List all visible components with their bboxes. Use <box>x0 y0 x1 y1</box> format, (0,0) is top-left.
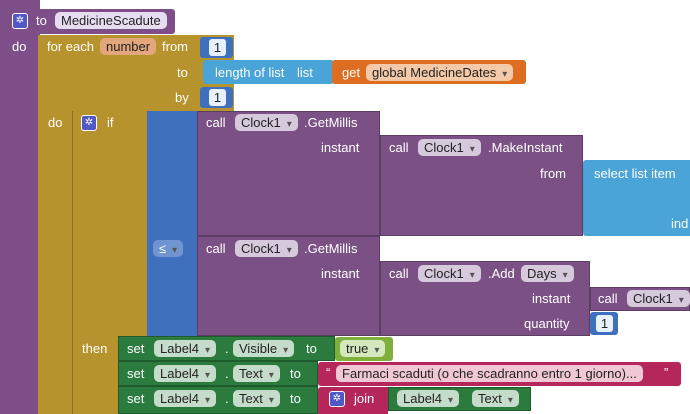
procedure-block[interactable] <box>0 0 40 414</box>
call1-call-label: call <box>206 115 226 130</box>
call1-instant-label: instant <box>321 140 360 155</box>
then-label: then <box>82 341 108 356</box>
set1-to-label: to <box>306 341 317 356</box>
add-call-label: call <box>389 266 409 281</box>
length-list-label: list <box>297 65 313 80</box>
from-value[interactable]: 1 <box>209 39 226 56</box>
set-text-block-2[interactable] <box>118 386 318 414</box>
getter-property-dropdown[interactable]: Text <box>472 390 519 407</box>
procedure-to-label: to <box>36 13 47 28</box>
call2-call-label: call <box>206 241 226 256</box>
set2-component-dropdown[interactable]: Label4 <box>154 365 217 382</box>
procedure-name-field[interactable]: MedicineScadute <box>55 12 167 29</box>
for-range-spine <box>38 35 76 414</box>
call2-component-dropdown[interactable]: Clock1 <box>235 240 298 257</box>
select-index-label: ind <box>671 216 689 231</box>
set2-property-dropdown[interactable]: Text <box>233 365 280 382</box>
true-dropdown[interactable]: true <box>340 340 386 357</box>
add-unit-dropdown[interactable]: Days <box>521 265 574 282</box>
loop-to-label: to <box>177 65 188 80</box>
set2-set-label: set <box>127 366 145 381</box>
call1-component-dropdown[interactable]: Clock1 <box>235 114 298 131</box>
text-string-value[interactable]: Farmaci scaduti (o che scadranno entro 1… <box>336 365 643 382</box>
global-var-dropdown[interactable]: global MedicineDates <box>366 64 514 81</box>
quote-open: “ <box>326 365 331 380</box>
add-instant-label: instant <box>532 291 571 306</box>
mutator-gear-icon[interactable]: ✲ <box>12 13 28 29</box>
call2-method-label: .GetMillis <box>304 241 358 256</box>
length-of-list-label: length of list <box>215 65 285 80</box>
makeinstant-method-label: .MakeInstant <box>488 140 563 155</box>
set1-property-dropdown[interactable]: Visible <box>233 340 295 357</box>
loop-var-field[interactable]: number <box>100 38 157 55</box>
set3-dot: . <box>225 391 229 406</box>
set1-set-label: set <box>127 341 145 356</box>
procedure-do-label: do <box>12 39 27 54</box>
for-each-label: for each <box>47 39 94 54</box>
math-compare-block[interactable] <box>147 111 199 336</box>
set2-to-label: to <box>290 366 301 381</box>
add-quantity-label: quantity <box>524 316 570 331</box>
makeinstant-from-label: from <box>540 166 566 181</box>
set2-dot: . <box>225 366 229 381</box>
makeinstant-call-label: call <box>389 140 409 155</box>
call2-instant-label: instant <box>321 266 360 281</box>
by-value[interactable]: 1 <box>209 89 226 106</box>
set3-to-label: to <box>290 391 301 406</box>
if-label: if <box>107 115 114 130</box>
quantity-value[interactable]: 1 <box>596 315 613 332</box>
call1-method-label: .GetMillis <box>304 115 358 130</box>
set1-dot: . <box>225 341 229 356</box>
set3-property-dropdown[interactable]: Text <box>233 390 280 407</box>
set3-component-dropdown[interactable]: Label4 <box>154 390 217 407</box>
loop-do-label: do <box>48 115 63 130</box>
add-method-label: .Add <box>488 266 515 281</box>
if-mutator-gear-icon[interactable]: ✲ <box>81 115 97 131</box>
compare-op-dropdown[interactable]: ≤ <box>153 240 184 257</box>
makeinstant-component-dropdown[interactable]: Clock1 <box>418 139 481 156</box>
getnow-call-label: call <box>598 291 618 306</box>
join-label: join <box>354 391 375 406</box>
loop-by-label: by <box>175 90 189 105</box>
getnow-component-dropdown[interactable]: Clock1 <box>627 290 690 307</box>
join-mutator-gear-icon[interactable]: ✲ <box>329 391 345 407</box>
set-text-block-1[interactable] <box>118 361 318 386</box>
select-list-item-label: select list item <box>594 166 676 181</box>
quote-close: ” <box>664 365 669 380</box>
get-label: get <box>342 65 361 80</box>
set3-set-label: set <box>127 391 145 406</box>
loop-from-label: from <box>162 39 188 54</box>
getter-component-dropdown[interactable]: Label4 <box>397 390 460 407</box>
set1-component-dropdown[interactable]: Label4 <box>154 340 217 357</box>
add-component-dropdown[interactable]: Clock1 <box>418 265 481 282</box>
